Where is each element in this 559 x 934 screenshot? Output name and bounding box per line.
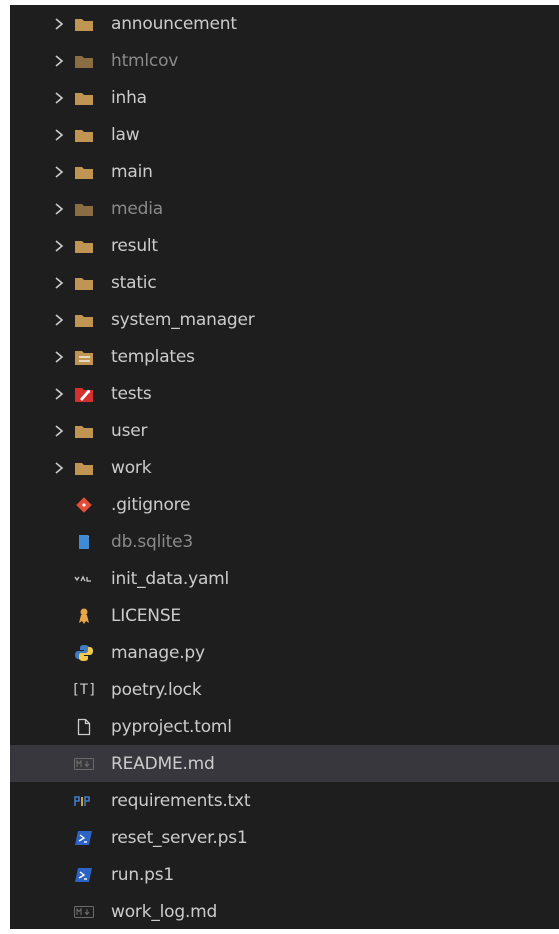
file-explorer: announcement htmlcov inha law main media <box>10 5 559 929</box>
chevron-right-icon[interactable] <box>52 313 66 327</box>
folder-label: static <box>111 272 157 293</box>
folder-icon <box>74 200 94 218</box>
chevron-right-icon[interactable] <box>52 91 66 105</box>
folder-icon <box>74 126 94 144</box>
powershell-icon <box>74 866 94 884</box>
folder-icon <box>74 311 94 329</box>
folder-row-system-manager[interactable]: system_manager <box>10 301 559 338</box>
folder-row-announcement[interactable]: announcement <box>10 5 559 42</box>
folder-icon <box>74 163 94 181</box>
file-label: README.md <box>111 753 215 774</box>
file-row-db-sqlite3[interactable]: db.sqlite3 <box>10 523 559 560</box>
file-label: db.sqlite3 <box>111 531 194 552</box>
chevron-right-icon[interactable] <box>52 461 66 475</box>
git-icon <box>74 496 94 514</box>
folder-row-result[interactable]: result <box>10 227 559 264</box>
file-row-gitignore[interactable]: .gitignore <box>10 486 559 523</box>
chevron-right-icon[interactable] <box>52 276 66 290</box>
folder-label: inha <box>111 87 147 108</box>
tests-folder-icon <box>74 385 94 403</box>
file-row-poetry-lock[interactable]: [T] poetry.lock <box>10 671 559 708</box>
folder-row-law[interactable]: law <box>10 116 559 153</box>
chevron-right-icon[interactable] <box>52 54 66 68</box>
file-label: pyproject.toml <box>111 716 232 737</box>
file-label: work_log.md <box>111 901 218 922</box>
folder-label: htmlcov <box>111 50 179 71</box>
folder-row-htmlcov[interactable]: htmlcov <box>10 42 559 79</box>
file-row-requirements-txt[interactable]: requirements.txt <box>10 782 559 819</box>
chevron-right-icon[interactable] <box>52 350 66 364</box>
folder-row-work[interactable]: work <box>10 449 559 486</box>
file-label: .gitignore <box>111 494 191 515</box>
markdown-icon <box>74 903 94 921</box>
chevron-right-icon[interactable] <box>52 387 66 401</box>
folder-icon <box>74 459 94 477</box>
yaml-icon <box>74 570 94 588</box>
chevron-right-icon[interactable] <box>52 128 66 142</box>
folder-label: user <box>111 420 148 441</box>
folder-icon <box>74 237 94 255</box>
folder-row-media[interactable]: media <box>10 190 559 227</box>
python-icon <box>74 644 94 662</box>
chevron-right-icon[interactable] <box>52 165 66 179</box>
folder-icon <box>74 89 94 107</box>
file-row-readme-md[interactable]: README.md <box>10 745 559 782</box>
file-label: requirements.txt <box>111 790 251 811</box>
lock-file-icon: [T] <box>71 681 97 698</box>
file-label: reset_server.ps1 <box>111 827 248 848</box>
templates-folder-icon <box>74 348 94 366</box>
chevron-right-icon[interactable] <box>52 202 66 216</box>
chevron-right-icon[interactable] <box>52 424 66 438</box>
folder-row-templates[interactable]: templates <box>10 338 559 375</box>
file-row-work-log-md[interactable]: work_log.md <box>10 893 559 929</box>
file-label: manage.py <box>111 642 205 663</box>
folder-row-user[interactable]: user <box>10 412 559 449</box>
file-label: poetry.lock <box>111 679 202 700</box>
database-icon <box>74 533 94 551</box>
folder-icon <box>74 274 94 292</box>
powershell-icon <box>74 829 94 847</box>
file-row-license[interactable]: LICENSE <box>10 597 559 634</box>
file-row-reset-server-ps1[interactable]: reset_server.ps1 <box>10 819 559 856</box>
folder-label: system_manager <box>111 309 255 330</box>
folder-label: law <box>111 124 140 145</box>
folder-label: announcement <box>111 13 237 34</box>
file-row-pyproject-toml[interactable]: pyproject.toml <box>10 708 559 745</box>
folder-row-main[interactable]: main <box>10 153 559 190</box>
file-row-init-data-yaml[interactable]: init_data.yaml <box>10 560 559 597</box>
folder-label: media <box>111 198 163 219</box>
license-icon <box>74 607 94 625</box>
chevron-right-icon[interactable] <box>52 239 66 253</box>
folder-label: work <box>111 457 152 478</box>
folder-label: result <box>111 235 158 256</box>
folder-icon <box>74 52 94 70</box>
chevron-right-icon[interactable] <box>52 17 66 31</box>
markdown-icon <box>74 755 94 773</box>
folder-icon <box>74 15 94 33</box>
folder-label: templates <box>111 346 195 367</box>
file-row-run-ps1[interactable]: run.ps1 <box>10 856 559 893</box>
folder-label: main <box>111 161 153 182</box>
folder-label: tests <box>111 383 152 404</box>
pip-icon <box>74 792 94 810</box>
file-tree: announcement htmlcov inha law main media <box>10 5 559 929</box>
file-row-manage-py[interactable]: manage.py <box>10 634 559 671</box>
folder-icon <box>74 422 94 440</box>
folder-row-static[interactable]: static <box>10 264 559 301</box>
file-label: init_data.yaml <box>111 568 230 589</box>
file-icon <box>74 718 94 736</box>
file-label: run.ps1 <box>111 864 175 885</box>
folder-row-tests[interactable]: tests <box>10 375 559 412</box>
file-label: LICENSE <box>111 605 181 626</box>
folder-row-inha[interactable]: inha <box>10 79 559 116</box>
